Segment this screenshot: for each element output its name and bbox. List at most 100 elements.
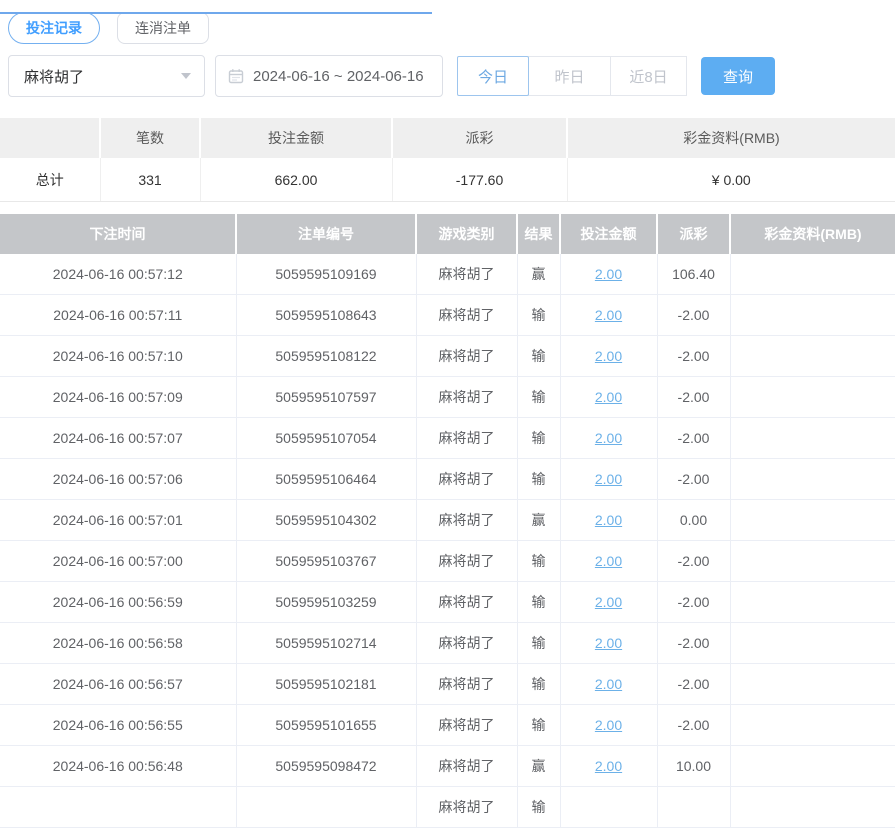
cell-jackpot — [730, 499, 895, 541]
cell-result: 输 — [517, 335, 561, 377]
cell-bet-time: 2024-06-16 00:56:58 — [0, 622, 237, 664]
cell-result: 输 — [517, 663, 561, 705]
cell-result: 输 — [517, 581, 561, 623]
cell-bet-time: 2024-06-16 00:56:59 — [0, 581, 237, 623]
table-row: 2024-06-16 00:57:11 5059595108643 麻将胡了 输… — [0, 294, 895, 336]
cell-jackpot — [730, 581, 895, 623]
tab-cancelled-bets[interactable]: 连消注单 — [117, 12, 209, 44]
summary-table: 笔数 投注金额 派彩 彩金资料(RMB) 总计 331 662.00 -177.60 … — [0, 118, 895, 202]
record-type-tabs: 投注记录 连消注单 — [8, 12, 895, 44]
cell-game: 麻将胡了 — [416, 540, 518, 582]
quick-button-yesterday[interactable]: 昨日 — [528, 56, 611, 96]
cell-amount: 2.00 — [560, 540, 658, 582]
cell-bet-time: 2024-06-16 00:57:07 — [0, 417, 237, 459]
cell-jackpot — [730, 745, 895, 787]
cell-jackpot — [730, 376, 895, 418]
cell-bet-time: 2024-06-16 00:57:10 — [0, 335, 237, 377]
cell-jackpot — [730, 540, 895, 582]
summary-payout: -177.60 — [392, 158, 568, 202]
bet-amount-link[interactable]: 2.00 — [595, 594, 622, 610]
cell-order-id: 5059595103259 — [236, 581, 417, 623]
bet-amount-link[interactable]: 2.00 — [595, 635, 622, 651]
cell-game: 麻将胡了 — [416, 254, 518, 295]
search-button[interactable]: 查询 — [701, 57, 775, 95]
game-select[interactable]: 麻将胡了 — [8, 55, 205, 97]
cell-amount: 2.00 — [560, 376, 658, 418]
table-row: 2024-06-16 00:57:09 5059595107597 麻将胡了 输… — [0, 376, 895, 418]
cell-bet-time: 2024-06-16 00:57:09 — [0, 376, 237, 418]
cell-jackpot — [730, 704, 895, 746]
bet-amount-link[interactable]: 2.00 — [595, 471, 622, 487]
bet-records-table: 下注时间 注单编号 游戏类别 结果 投注金额 派彩 彩金资料(RMB) 2024-06-16… — [0, 214, 895, 828]
cell-jackpot — [730, 417, 895, 459]
cell-order-id — [236, 786, 417, 828]
cell-game: 麻将胡了 — [416, 704, 518, 746]
cell-payout: -2.00 — [657, 294, 731, 336]
cell-game: 麻将胡了 — [416, 294, 518, 336]
cell-payout: -2.00 — [657, 458, 731, 500]
cell-amount: 2.00 — [560, 458, 658, 500]
quick-button-today[interactable]: 今日 — [457, 56, 529, 96]
cell-game: 麻将胡了 — [416, 335, 518, 377]
cell-payout: -2.00 — [657, 417, 731, 459]
cell-game: 麻将胡了 — [416, 417, 518, 459]
records-header-cell: 下注时间 — [0, 214, 237, 254]
table-row: 2024-06-16 00:57:01 5059595104302 麻将胡了 赢… — [0, 499, 895, 541]
bet-amount-link[interactable]: 2.00 — [595, 430, 622, 446]
cell-result: 输 — [517, 786, 561, 828]
table-row: 2024-06-16 00:56:59 5059595103259 麻将胡了 输… — [0, 581, 895, 623]
quick-button-last-8-days[interactable]: 近8日 — [610, 56, 687, 96]
cell-payout: 10.00 — [657, 745, 731, 787]
bet-amount-link[interactable]: 2.00 — [595, 553, 622, 569]
cell-order-id: 5059595103767 — [236, 540, 417, 582]
bet-amount-link[interactable]: 2.00 — [595, 389, 622, 405]
summary-total-row: 总计 331 662.00 -177.60 ¥ 0.00 — [0, 158, 895, 202]
cell-game: 麻将胡了 — [416, 499, 518, 541]
bet-amount-link[interactable]: 2.00 — [595, 348, 622, 364]
records-header-cell: 结果 — [517, 214, 561, 254]
cell-order-id: 5059595098472 — [236, 745, 417, 787]
tab-betting-records[interactable]: 投注记录 — [8, 12, 100, 44]
cell-amount: 2.00 — [560, 622, 658, 664]
bet-amount-link[interactable]: 2.00 — [595, 758, 622, 774]
bet-amount-link[interactable]: 2.00 — [595, 512, 622, 528]
bet-amount-link[interactable]: 2.00 — [595, 266, 622, 282]
bet-amount-link[interactable]: 2.00 — [595, 717, 622, 733]
table-row: 2024-06-16 00:56:48 5059595098472 麻将胡了 赢… — [0, 745, 895, 787]
cell-amount: 2.00 — [560, 294, 658, 336]
summary-header-cell: 彩金资料(RMB) — [567, 118, 895, 158]
calendar-icon — [228, 69, 244, 84]
table-row: 麻将胡了 输 — [0, 786, 895, 828]
quick-date-buttons: 今日 昨日 近8日 — [457, 56, 687, 96]
cell-game: 麻将胡了 — [416, 458, 518, 500]
cell-result: 赢 — [517, 254, 561, 295]
cell-bet-time: 2024-06-16 00:57:06 — [0, 458, 237, 500]
chevron-down-icon — [181, 73, 191, 79]
cell-payout: -2.00 — [657, 376, 731, 418]
cell-payout: -2.00 — [657, 704, 731, 746]
cell-result: 赢 — [517, 745, 561, 787]
summary-header-cell: 派彩 — [392, 118, 568, 158]
cell-bet-time: 2024-06-16 00:57:11 — [0, 294, 237, 336]
cell-game: 麻将胡了 — [416, 745, 518, 787]
cell-payout: -2.00 — [657, 622, 731, 664]
cell-result: 输 — [517, 622, 561, 664]
cell-jackpot — [730, 254, 895, 295]
summary-header-cell — [0, 118, 101, 158]
cell-bet-time: 2024-06-16 00:57:00 — [0, 540, 237, 582]
cell-payout: -2.00 — [657, 540, 731, 582]
cell-amount: 2.00 — [560, 704, 658, 746]
table-row: 2024-06-16 00:56:57 5059595102181 麻将胡了 输… — [0, 663, 895, 705]
cell-bet-time: 2024-06-16 00:56:57 — [0, 663, 237, 705]
cell-order-id: 5059595109169 — [236, 254, 417, 295]
records-header-cell: 派彩 — [657, 214, 731, 254]
cell-order-id: 5059595101655 — [236, 704, 417, 746]
cell-game: 麻将胡了 — [416, 622, 518, 664]
date-range-picker[interactable]: 2024-06-16 ~ 2024-06-16 — [215, 55, 443, 97]
bet-amount-link[interactable]: 2.00 — [595, 676, 622, 692]
records-header-cell: 注单编号 — [236, 214, 417, 254]
bet-amount-link[interactable]: 2.00 — [595, 307, 622, 323]
cell-order-id: 5059595107054 — [236, 417, 417, 459]
game-select-value: 麻将胡了 — [24, 68, 85, 86]
cell-bet-time: 2024-06-16 00:57:12 — [0, 254, 237, 295]
